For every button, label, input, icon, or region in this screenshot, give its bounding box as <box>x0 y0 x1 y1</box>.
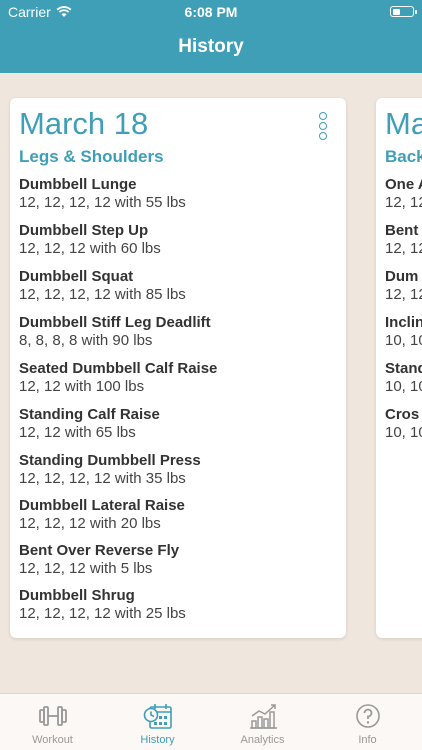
battery-icon <box>390 6 417 17</box>
exercise-sets: 12, 12 <box>385 286 422 303</box>
exercise-item: Dumbbell Step Up 12, 12, 12 with 60 lbs <box>19 222 161 258</box>
exercise-item: Dumbbell Shrug 12, 12, 12, 12 with 25 lb… <box>19 587 186 623</box>
calendar-clock-icon <box>143 704 172 729</box>
exercise-item: Dumbbell Squat 12, 12, 12, 12 with 85 lb… <box>19 268 186 304</box>
exercise-sets: 10, 10 <box>385 424 422 441</box>
exercise-sets: 12, 12 with 65 lbs <box>19 424 136 441</box>
history-card[interactable]: March 18 Legs & Shoulders Dumbbell Lunge… <box>10 98 346 638</box>
status-time: 6:08 PM <box>184 4 238 20</box>
tab-label: History <box>140 734 175 746</box>
tab-workout[interactable]: Workout <box>0 694 105 750</box>
exercise-item: Bent 12, 12 <box>385 222 422 258</box>
chart-icon <box>249 704 277 729</box>
tab-info[interactable]: Info <box>315 694 420 750</box>
exercise-name: Inclin <box>385 314 422 331</box>
tab-label: Workout <box>32 734 73 746</box>
more-options-icon[interactable] <box>318 112 328 140</box>
exercise-item: Inclin 10, 10 <box>385 314 422 350</box>
exercise-name: Dumbbell Shrug <box>19 587 135 604</box>
exercise-item: Bent Over Reverse Fly 12, 12, 12 with 5 … <box>19 542 179 578</box>
exercise-item: Dumbbell Lunge 12, 12, 12, 12 with 55 lb… <box>19 176 186 212</box>
exercise-name: Dumbbell Squat <box>19 268 134 285</box>
exercise-name: Bent <box>385 222 419 239</box>
exercise-name: Standing Calf Raise <box>19 406 160 423</box>
exercise-sets: 12, 12 <box>385 240 422 257</box>
tab-label: Info <box>358 734 377 746</box>
history-card-next[interactable]: Ma Back One A 12, 12 Bent 12, 12 Dum 12,… <box>376 98 422 638</box>
exercise-item: One A 12, 12 <box>385 176 422 212</box>
status-bar: Carrier 6:08 PM <box>0 0 422 24</box>
exercise-name: Seated Dumbbell Calf Raise <box>19 360 218 377</box>
exercise-item: Seated Dumbbell Calf Raise 12, 12 with 1… <box>19 360 217 396</box>
card-date: Ma <box>385 106 422 141</box>
exercise-name: Stand <box>385 360 422 377</box>
card-date: March 18 <box>19 106 149 141</box>
nav-bar: Carrier 6:08 PM History <box>0 0 422 73</box>
exercise-sets: 12, 12, 12, 12 with 35 lbs <box>19 470 186 487</box>
exercise-name: Dumbbell Lunge <box>19 176 137 193</box>
exercise-name: Dumbbell Lateral Raise <box>19 497 185 514</box>
page-title: History <box>178 36 244 57</box>
exercise-name: Dum <box>385 268 419 285</box>
exercise-sets: 12, 12, 12 with 60 lbs <box>19 240 161 257</box>
question-icon <box>355 704 380 728</box>
exercise-name: Dumbbell Step Up <box>19 222 149 239</box>
exercise-sets: 12, 12 with 100 lbs <box>19 378 145 395</box>
exercise-sets: 12, 12, 12 with 5 lbs <box>19 560 153 577</box>
exercise-item: Cros 10, 10 <box>385 406 422 442</box>
exercise-name: Dumbbell Stiff Leg Deadlift <box>19 314 211 331</box>
exercise-sets: 12, 12, 12, 12 with 85 lbs <box>19 286 186 303</box>
exercise-sets: 12, 12, 12, 12 with 55 lbs <box>19 194 186 211</box>
exercise-name: Standing Dumbbell Press <box>19 452 201 469</box>
tab-history[interactable]: History <box>105 694 210 750</box>
exercise-name: Bent Over Reverse Fly <box>19 542 180 559</box>
exercise-sets: 12, 12 <box>385 194 422 211</box>
card-workout-group: Legs & Shoulders <box>19 147 164 166</box>
exercise-sets: 12, 12, 12 with 20 lbs <box>19 515 161 532</box>
tab-bar: Workout History Analytics Info <box>0 693 422 750</box>
exercise-name: One A <box>385 176 422 193</box>
exercise-item: Standing Calf Raise 12, 12 with 65 lbs <box>19 406 160 442</box>
dumbbell-icon <box>38 706 67 726</box>
exercise-name: Cros <box>385 406 420 423</box>
exercise-item: Dumbbell Stiff Leg Deadlift 8, 8, 8, 8 w… <box>19 314 211 350</box>
exercise-sets: 10, 10 <box>385 332 422 349</box>
tab-label: Analytics <box>240 734 285 746</box>
exercise-sets: 8, 8, 8, 8 with 90 lbs <box>19 332 153 349</box>
card-workout-group: Back <box>385 147 422 166</box>
exercise-item: Stand 10, 10 <box>385 360 422 396</box>
exercise-sets: 12, 12, 12, 12 with 25 lbs <box>19 605 186 622</box>
tab-analytics[interactable]: Analytics <box>210 694 315 750</box>
exercise-item: Standing Dumbbell Press 12, 12, 12, 12 w… <box>19 452 201 488</box>
exercise-sets: 10, 10 <box>385 378 422 395</box>
exercise-item: Dumbbell Lateral Raise 12, 12, 12 with 2… <box>19 497 185 533</box>
exercise-item: Dum 12, 12 <box>385 268 422 304</box>
